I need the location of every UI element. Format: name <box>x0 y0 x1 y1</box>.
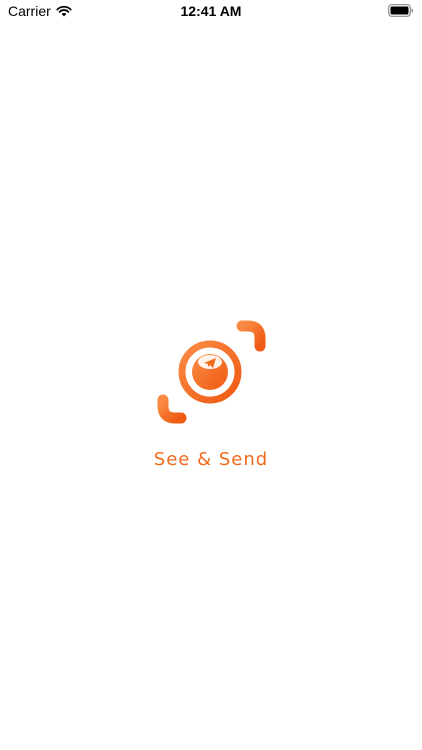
status-time: 12:41 AM <box>180 3 242 19</box>
status-right <box>388 4 414 17</box>
battery-icon <box>388 4 414 17</box>
camera-capture-send-icon <box>139 304 283 442</box>
status-bar: Carrier 12:41 AM <box>0 0 422 22</box>
splash-screen: Carrier 12:41 AM See & Send <box>0 0 422 750</box>
app-name: See & Send <box>153 449 269 470</box>
app-logo <box>138 302 284 444</box>
